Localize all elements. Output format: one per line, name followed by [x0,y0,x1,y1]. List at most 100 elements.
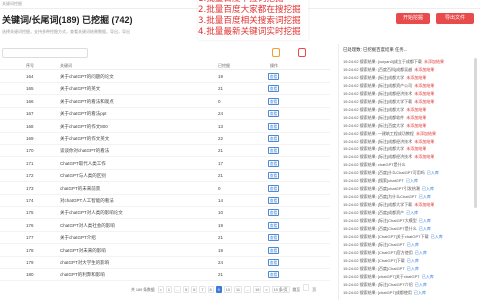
log-scrollbar[interactable] [474,58,477,208]
row-keyword: chatGPT的利弊和影响 [60,272,105,278]
log-text: 15:24:02 搜索结果: [标注]成都经济技术 [343,154,414,160]
log-text: 15:24:02 搜索结果: chatGPT是什么 [343,162,406,168]
log-status: 已入库 [421,273,434,279]
row-keyword: 关于chatGPT的看法ppt [60,111,107,117]
view-button[interactable]: 查看 [268,172,279,180]
pager-page[interactable]: 7 [199,286,206,293]
pager-prev[interactable]: < [157,286,164,293]
table-row: 170 谈谈你对chatGPT的看法 21 查看 [0,145,330,158]
view-button[interactable]: 查看 [268,73,279,80]
log-list: 15:24:02 搜索结果: [xuiyan0]成立于成都下载 未添加结果 15:… [343,58,473,298]
log-status: 未添加结果 [414,202,435,208]
pager-page-label: 页 [312,288,317,292]
view-button[interactable]: 查看 [268,97,279,105]
log-entry: 15:24:02 搜索结果: [chatGPT]成都使用 已入库 [343,289,473,297]
header-keyword: 关键词 [60,63,72,68]
table-row: 180 chatGPT的利弊和影响 21 查看 [0,269,330,282]
filter-button-red[interactable] [298,48,306,57]
log-text: 15:24:02 搜索结果: [标注]成都经济技术 [343,138,414,144]
table-header: 序号 关键词 已挖掘 操作 [0,61,330,70]
row-mined-count: 19 [218,222,224,228]
row-mined-count: 21 [218,173,224,179]
filter-input[interactable] [2,48,88,58]
log-text: 15:24:02 搜索结果: [标注]成都大学下载 [343,202,414,208]
log-text: 15:24:02 搜索结果: [百度]什么ChatGPT可用吗 [343,170,426,176]
log-status: 已入库 [418,218,431,224]
log-entry: 15:24:02 搜索结果: [标注]成都资产公司 未添加结果 [343,82,473,90]
view-button[interactable]: 查看 [268,135,279,142]
pager-page[interactable]: ... [243,286,252,293]
log-text: 15:24:02 搜索结果: [标注]成都经济技术 [343,90,414,96]
view-button[interactable]: 查看 [268,209,279,217]
table-row: 173 chatGPT的未来前景 0 查看 [0,183,330,195]
pager-goto-input[interactable] [303,284,310,291]
view-button[interactable]: 查看 [268,271,279,279]
log-entry: 15:24:02 搜索结果: [标注]成都经济技术 未添加结果 [343,153,473,161]
log-text: 15:24:02 搜索结果: [百度]ChatGPT [343,265,406,271]
row-no: 177 [26,235,34,241]
view-button[interactable]: 查看 [268,110,279,118]
pager-next[interactable]: > [263,286,270,293]
log-entry: 15:24:02 搜索结果: [标注]成都大学 未添加结果 [343,106,473,114]
page-title: 关键词/长尾词(189) 已挖掘 (742) [2,15,133,25]
log-status: 已入库 [430,233,443,239]
log-status: 未添加结果 [414,90,435,96]
view-button[interactable]: 查看 [268,159,279,167]
export-file-button[interactable]: 导出文件 [436,13,474,24]
view-button[interactable]: 查看 [268,147,279,155]
pager-page[interactable]: 19 [253,286,262,293]
log-entry: 15:24:02 搜索结果: [标注]百度大学 未添加结果 [343,122,473,130]
pager-page[interactable]: 10 [223,286,233,293]
pager-page[interactable]: 1 [165,286,172,293]
view-button[interactable]: 查看 [268,246,279,254]
row-no: 164 [26,74,34,79]
row-mined-count: 21 [218,148,224,154]
view-button[interactable]: 查看 [268,197,279,204]
view-button[interactable]: 查看 [268,234,279,242]
log-text: 15:24:02 搜索结果: [xuiyan0]成立于成都下载 [343,59,424,64]
start-mining-button[interactable]: 开始挖掘 [396,13,430,24]
log-entry: 15:24:02 搜索结果: [百度]为什么ChatGPT 已入库 [343,193,473,201]
filter-button-orange[interactable] [272,48,280,57]
log-text: 15:24:02 搜索结果: [标注]成都大学 [343,106,406,112]
view-button[interactable]: 查看 [268,184,279,192]
log-text: 15:24:02 搜索结果: [标注]成都软件 [343,114,406,120]
view-button[interactable]: 查看 [268,122,279,130]
table-row: 166 关于chatGPT的看法和观点 0 查看 [0,96,330,108]
pager-size-select[interactable]: 10 条/页 [271,286,290,293]
log-entry: 15:24:02 搜索结果: [标注]成都经济技术 未添加结果 [343,138,473,146]
table-row: 175 关于chatGPT对人类的影响论文 10 查看 [0,207,330,220]
table-row: 169 关于chatGPT的作文英文 22 查看 [0,133,330,145]
log-status: 未添加结果 [416,130,437,136]
row-keyword: ChatGPT对未来的影响 [60,247,106,253]
row-no: 175 [26,210,34,216]
log-entry: 15:24:02 搜索结果: [ChatGPT]关于chatGPT下载 已入库 [343,233,473,241]
log-status: 未添加结果 [406,146,427,152]
table-row: 176 ChatGPT对人类社会的影响 19 查看 [0,220,330,232]
row-mined-count: 21 [218,235,224,241]
row-no: 171 [26,160,34,166]
row-keyword: chatGPT的未来前景 [60,185,101,191]
pager-page[interactable]: 11 [234,286,242,293]
view-button[interactable]: 查看 [268,259,279,266]
pager-page[interactable]: 6 [191,286,198,293]
pager-page[interactable]: 5 [183,286,190,293]
view-button[interactable]: 查看 [268,221,279,229]
row-no: 167 [26,111,34,117]
log-entry: 15:24:02 搜索结果: [百度]ChatGPT是什么 已入库 [343,225,473,233]
table-row: 167 关于chatGPT的看法ppt 24 查看 [0,108,330,121]
log-text: 15:24:02 搜索结果: [chatGPT]关于chatGPT [343,273,421,279]
log-text: 15:24:02 搜索结果: 一建筑工程成功教程 [343,130,416,136]
pager-page[interactable]: 9 [215,286,222,293]
log-text: 15:24:02 搜索结果: [标注]ChatGPT介绍 [343,281,414,287]
log-text: 15:24:02 搜索结果: [ChatGPT]下载 [343,257,406,263]
pager-page[interactable]: 8 [207,286,214,293]
view-button[interactable]: 查看 [268,85,279,93]
table-row: 168 关于chatGPT的作文800 13 查看 [0,121,330,133]
row-keyword: chatGPT对大学生的影响 [60,260,110,265]
log-status: 未添加结果 [414,138,435,144]
pager-page[interactable]: ... [173,286,182,293]
log-status: 未添加结果 [406,74,427,80]
log-entry: 15:24:02 搜索结果: 一建筑工程成功教程 未添加结果 [343,130,473,138]
log-status: 未添加结果 [414,98,435,104]
